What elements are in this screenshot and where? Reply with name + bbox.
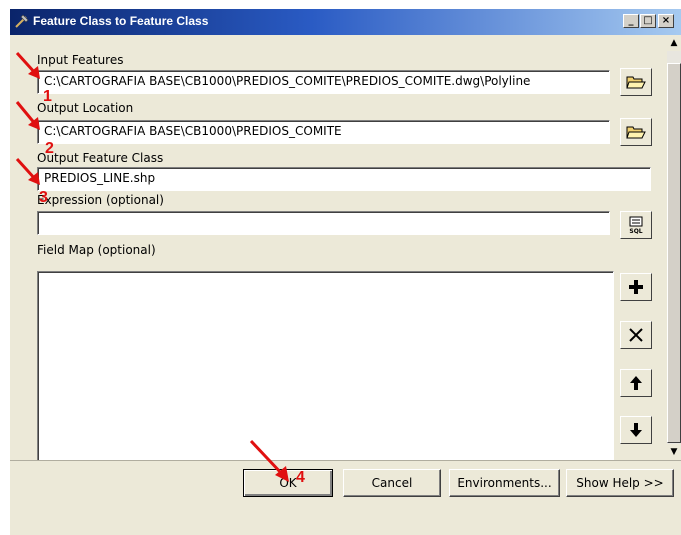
window-title: Feature Class to Feature Class <box>33 14 209 28</box>
dialog-content: Input Features C:\CARTOGRAFIA BASE\CB100… <box>10 35 666 466</box>
move-down-button[interactable] <box>620 416 652 444</box>
svg-text:SQL: SQL <box>629 228 642 234</box>
annotation-number-3: 3 <box>39 189 48 206</box>
annotation-arrow-1b <box>15 101 40 130</box>
field-map-label: Field Map (optional) <box>37 243 156 257</box>
show-help-button[interactable]: Show Help >> <box>566 469 674 497</box>
x-icon <box>629 328 643 342</box>
vertical-scrollbar[interactable]: ▲ ▼ <box>667 35 681 460</box>
output-location-field[interactable]: C:\CARTOGRAFIA BASE\CB1000\PREDIOS_COMIT… <box>37 120 610 144</box>
output-feature-class-field[interactable]: PREDIOS_LINE.shp <box>37 167 651 191</box>
plus-icon <box>629 280 643 294</box>
expression-label: Expression (optional) <box>37 193 164 207</box>
folder-open-icon <box>626 76 646 89</box>
cancel-button[interactable]: Cancel <box>343 469 441 497</box>
remove-field-button[interactable] <box>620 321 652 349</box>
move-up-button[interactable] <box>620 369 652 397</box>
scroll-thumb[interactable] <box>667 63 681 443</box>
input-features-label: Input Features <box>37 53 124 67</box>
annotation-number-1: 1 <box>43 88 52 105</box>
input-browse-button[interactable] <box>620 68 652 96</box>
scroll-up-arrow-icon[interactable]: ▲ <box>667 35 681 51</box>
add-field-button[interactable] <box>620 273 652 301</box>
minimize-icon[interactable]: _ <box>623 14 639 28</box>
tool-hammer-icon <box>15 14 29 28</box>
sql-button[interactable]: SQL <box>620 211 652 239</box>
environments-button[interactable]: Environments... <box>449 469 560 497</box>
output-browse-button[interactable] <box>620 118 652 146</box>
annotation-arrow-4 <box>249 439 289 482</box>
maximize-icon[interactable]: □ <box>640 14 656 28</box>
annotation-number-2: 2 <box>45 140 54 157</box>
sql-icon: SQL <box>629 216 643 234</box>
annotation-number-4: 4 <box>296 469 305 486</box>
field-map-list[interactable] <box>37 271 614 466</box>
scroll-down-arrow-icon[interactable]: ▼ <box>667 444 681 460</box>
annotation-arrow-2 <box>15 157 40 185</box>
expression-field[interactable] <box>37 211 610 235</box>
dialog-window: Feature Class to Feature Class _ □ × Inp… <box>10 9 681 535</box>
arrow-down-icon <box>630 423 642 437</box>
title-bar[interactable]: Feature Class to Feature Class _ □ × <box>10 9 681 35</box>
output-feature-class-label: Output Feature Class <box>37 151 164 165</box>
annotation-arrow-1 <box>15 51 40 79</box>
arrow-up-icon <box>630 376 642 390</box>
close-icon[interactable]: × <box>658 14 674 28</box>
button-bar: OK Cancel Environments... Show Help >> <box>10 460 681 535</box>
input-features-field[interactable]: C:\CARTOGRAFIA BASE\CB1000\PREDIOS_COMIT… <box>37 70 610 94</box>
folder-open-icon <box>626 126 646 139</box>
